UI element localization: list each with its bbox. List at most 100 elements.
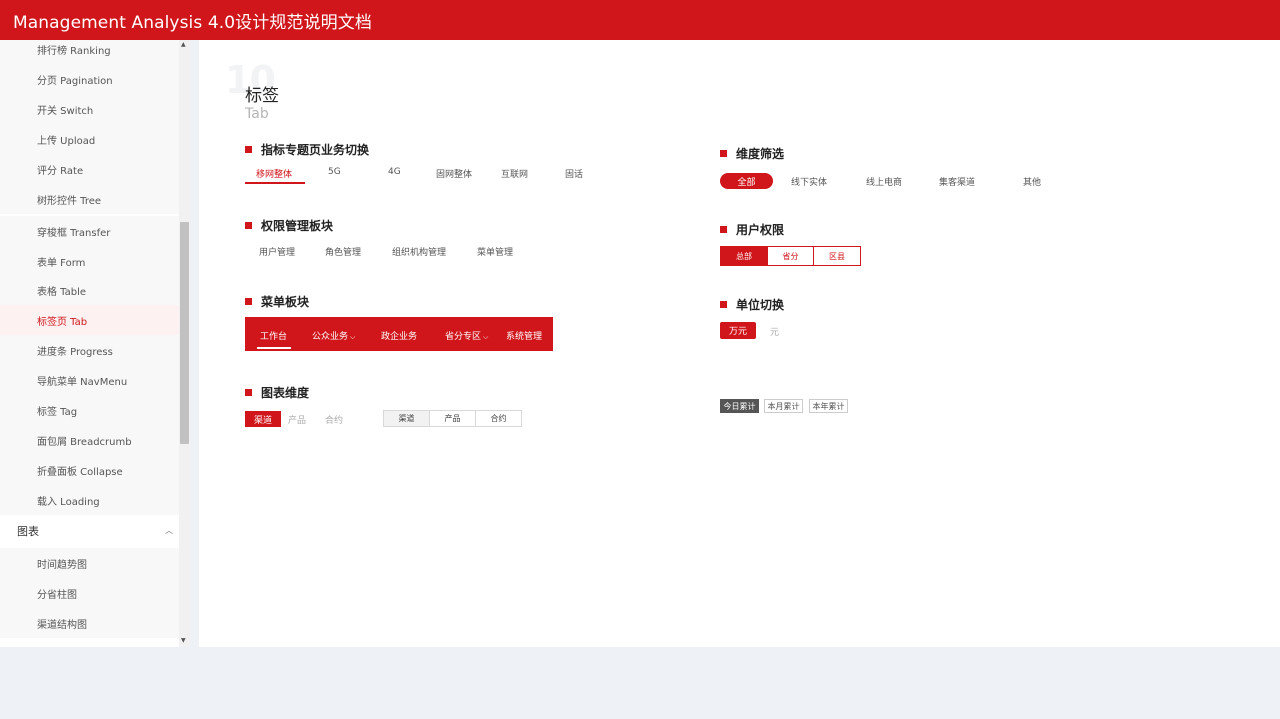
sidebar-item-pagination[interactable]: 分页 Pagination bbox=[0, 64, 179, 94]
sidebar-item-label: 表格 Table bbox=[37, 286, 87, 298]
section-title-text: 菜单板块 bbox=[261, 295, 310, 309]
sidebar-item-navmenu[interactable]: 导航菜单 NavMenu bbox=[0, 365, 179, 395]
unit-option-yuan[interactable]: 元 bbox=[770, 325, 779, 338]
chevron-up-icon: ︿ bbox=[165, 526, 173, 535]
section-title-text: 用户权限 bbox=[736, 223, 785, 237]
menu-item-enterprise[interactable]: 政企业务 bbox=[381, 329, 417, 342]
sidebar-item-tag[interactable]: 标签 Tag bbox=[0, 395, 179, 425]
section-marker bbox=[720, 301, 727, 308]
section-marker bbox=[720, 150, 727, 157]
menu-item-province[interactable]: 省分专区 ⌵ bbox=[445, 329, 488, 342]
section-title-chart-dimension: 图表维度 bbox=[245, 384, 309, 401]
sidebar-item-loading[interactable]: 载入 Loading bbox=[0, 485, 179, 515]
section-title-text: 单位切换 bbox=[736, 298, 785, 312]
sidebar-item-ranking[interactable]: 排行榜 Ranking bbox=[0, 40, 179, 64]
sidebar-item-label: 载入 Loading bbox=[37, 496, 100, 508]
active-tab-underline bbox=[245, 182, 305, 184]
tab-indicator-0[interactable]: 移网整体 bbox=[256, 167, 292, 180]
app-title: Management Analysis 4.0设计规范说明文档 bbox=[13, 12, 372, 33]
sidebar-item-label: 时间趋势图 bbox=[37, 559, 87, 571]
main-content: 10 标签 Tab 指标专题页业务切换 移网整体 5G 4G 固网整体 互联网 … bbox=[199, 40, 1280, 647]
sidebar-item-form[interactable]: 表单 Form bbox=[0, 246, 179, 276]
scroll-up-arrow-icon[interactable]: ▲ bbox=[181, 41, 186, 48]
chevron-down-icon: ⌵ bbox=[483, 333, 489, 341]
section-marker bbox=[245, 298, 252, 305]
menu-item-label: 公众业务 bbox=[312, 332, 349, 342]
dimension-tab-product[interactable]: 产品 bbox=[288, 413, 306, 426]
sidebar-item-province-bar[interactable]: 分省柱图 bbox=[0, 578, 179, 608]
menu-item-public[interactable]: 公众业务 ⌵ bbox=[312, 329, 355, 342]
period-option-today[interactable]: 今日累计 bbox=[720, 399, 759, 413]
filter-pill-all[interactable]: 全部 bbox=[720, 173, 773, 189]
tab-permission-0[interactable]: 用户管理 bbox=[259, 245, 295, 258]
period-option-year[interactable]: 本年累计 bbox=[809, 399, 848, 413]
sidebar-item-upload[interactable]: 上传 Upload bbox=[0, 124, 179, 154]
sidebar-item-label: 导航菜单 NavMenu bbox=[37, 376, 128, 388]
boxed-tab-channel[interactable]: 渠道 bbox=[383, 410, 430, 427]
sidebar-item-time-trend[interactable]: 时间趋势图 bbox=[0, 548, 179, 578]
section-marker bbox=[245, 146, 252, 153]
sidebar-item-label: 分页 Pagination bbox=[37, 75, 113, 87]
menu-item-system[interactable]: 系统管理 bbox=[506, 329, 542, 342]
tab-indicator-3[interactable]: 固网整体 bbox=[436, 167, 472, 180]
tab-indicator-5[interactable]: 固话 bbox=[565, 167, 583, 180]
menu-item-workbench[interactable]: 工作台 bbox=[260, 329, 287, 342]
section-title-text: 图表维度 bbox=[261, 386, 310, 400]
filter-option-online[interactable]: 线上电商 bbox=[866, 175, 902, 188]
dimension-tab-channel[interactable]: 渠道 bbox=[245, 411, 281, 427]
filter-option-other[interactable]: 其他 bbox=[1023, 175, 1041, 188]
sidebar-item-label: 上传 Upload bbox=[37, 135, 96, 147]
sidebar-item-tab[interactable]: 标签页 Tab bbox=[0, 305, 179, 335]
permission-option-province[interactable]: 省分 bbox=[767, 246, 814, 266]
sidebar-item-switch[interactable]: 开关 Switch bbox=[0, 94, 179, 124]
filter-option-offline[interactable]: 线下实体 bbox=[791, 175, 827, 188]
tab-indicator-4[interactable]: 互联网 bbox=[501, 167, 528, 180]
sidebar-list: 排行榜 Ranking 分页 Pagination 开关 Switch 上传 U… bbox=[0, 40, 179, 647]
sidebar-item-tree[interactable]: 树形控件 Tree bbox=[0, 184, 179, 214]
sidebar-item-label: 树形控件 Tree bbox=[37, 195, 102, 207]
sidebar-scrollbar[interactable]: ▲ ▼ bbox=[179, 40, 190, 647]
boxed-tab-product[interactable]: 产品 bbox=[429, 410, 476, 427]
permission-option-hq[interactable]: 总部 bbox=[720, 246, 768, 266]
sidebar: 排行榜 Ranking 分页 Pagination 开关 Switch 上传 U… bbox=[0, 40, 190, 647]
sidebar-item-label: 渠道结构图 bbox=[37, 619, 87, 631]
sidebar-item-transfer[interactable]: 穿梭框 Transfer bbox=[0, 216, 179, 246]
app-header: Management Analysis 4.0设计规范说明文档 bbox=[0, 0, 1280, 40]
section-title-menu: 菜单板块 bbox=[245, 293, 309, 310]
sidebar-item-label: 排行榜 Ranking bbox=[37, 45, 111, 57]
sidebar-group-label: 图表 bbox=[17, 525, 39, 538]
sidebar-item-label: 标签页 Tab bbox=[37, 316, 88, 328]
sidebar-item-table[interactable]: 表格 Table bbox=[0, 275, 179, 305]
section-marker bbox=[245, 389, 252, 396]
section-title-dimension-filter: 维度筛选 bbox=[720, 145, 784, 162]
sidebar-item-rate[interactable]: 评分 Rate bbox=[0, 154, 179, 184]
sidebar-item-breadcrumb[interactable]: 面包屑 Breadcrumb bbox=[0, 425, 179, 455]
boxed-tab-contract[interactable]: 合约 bbox=[475, 410, 522, 427]
filter-option-enterprise[interactable]: 集客渠道 bbox=[939, 175, 975, 188]
scrollbar-thumb[interactable] bbox=[180, 222, 189, 444]
unit-option-wanyuan[interactable]: 万元 bbox=[720, 322, 756, 339]
active-menu-underline bbox=[257, 347, 291, 349]
tab-permission-3[interactable]: 菜单管理 bbox=[477, 245, 513, 258]
scroll-down-arrow-icon[interactable]: ▼ bbox=[181, 637, 186, 644]
tab-indicator-2[interactable]: 4G bbox=[388, 167, 401, 177]
section-marker bbox=[245, 222, 252, 229]
sidebar-item-label: 进度条 Progress bbox=[37, 346, 113, 358]
chevron-down-icon: ⌵ bbox=[350, 333, 356, 341]
sidebar-item-progress[interactable]: 进度条 Progress bbox=[0, 335, 179, 365]
dimension-tab-contract[interactable]: 合约 bbox=[325, 413, 343, 426]
sidebar-item-label: 分省柱图 bbox=[37, 589, 77, 601]
sidebar-group-charts[interactable]: 图表 ︿ bbox=[0, 515, 179, 547]
sidebar-item-label: 表单 Form bbox=[37, 257, 86, 269]
section-title-unit-switch: 单位切换 bbox=[720, 296, 784, 313]
permission-option-county[interactable]: 区县 bbox=[813, 246, 861, 266]
tab-permission-2[interactable]: 组织机构管理 bbox=[392, 245, 446, 258]
period-option-month[interactable]: 本月累计 bbox=[764, 399, 803, 413]
page-title: 标签 bbox=[245, 86, 279, 106]
tab-indicator-1[interactable]: 5G bbox=[328, 167, 341, 177]
sidebar-item-collapse[interactable]: 折叠面板 Collapse bbox=[0, 455, 179, 485]
sidebar-item-channel-structure[interactable]: 渠道结构图 bbox=[0, 608, 179, 638]
tab-permission-1[interactable]: 角色管理 bbox=[325, 245, 361, 258]
menu-item-label: 省分专区 bbox=[445, 332, 482, 342]
sidebar-item-label: 开关 Switch bbox=[37, 105, 94, 117]
